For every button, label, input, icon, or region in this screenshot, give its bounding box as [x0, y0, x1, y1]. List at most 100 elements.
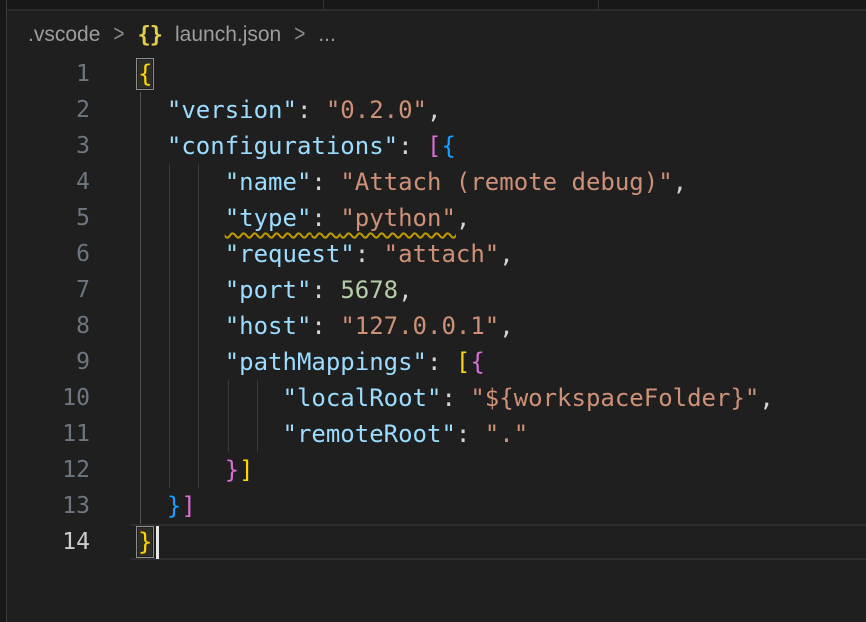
code-editor[interactable]: 1{2 "version": "0.2.0",3 "configurations… — [0, 56, 866, 560]
breadcrumb: .vscode > {} launch.json > ... — [28, 21, 336, 49]
code-token: , — [427, 96, 441, 124]
code-token: : — [355, 240, 384, 268]
chevron-right-icon: > — [294, 21, 305, 49]
code-line[interactable]: 12 }] — [0, 452, 866, 488]
code-token: "localRoot" — [283, 384, 442, 412]
code-line[interactable]: 9 "pathMappings": [{ — [0, 344, 866, 380]
line-number[interactable]: 4 — [0, 164, 90, 200]
code-token: : — [311, 204, 340, 232]
code-token: "pathMappings" — [225, 348, 427, 376]
code-token: "0.2.0" — [326, 96, 427, 124]
breadcrumb-symbol-more[interactable]: ... — [318, 23, 336, 47]
code-token: ] — [239, 456, 253, 484]
code-line[interactable]: 7 "port": 5678, — [0, 272, 866, 308]
line-number[interactable]: 11 — [0, 416, 90, 452]
code-line[interactable]: 3 "configurations": [{ — [0, 128, 866, 164]
line-number[interactable]: 6 — [0, 236, 90, 272]
code-token: , — [499, 240, 513, 268]
code-token: : — [297, 96, 326, 124]
code-text: }] — [138, 452, 254, 488]
code-line[interactable]: 4 "name": "Attach (remote debug)", — [0, 164, 866, 200]
code-token — [138, 132, 167, 160]
code-token: { — [441, 132, 455, 160]
line-number[interactable]: 7 — [0, 272, 90, 308]
code-token — [138, 312, 225, 340]
code-text: "request": "attach", — [138, 236, 514, 272]
code-token: ] — [181, 492, 195, 520]
line-number[interactable]: 9 — [0, 344, 90, 380]
code-token: "type" — [225, 204, 312, 232]
code-line[interactable]: 5 "type": "python", — [0, 200, 866, 236]
tab-separator — [598, 0, 599, 11]
code-line[interactable]: 6 "request": "attach", — [0, 236, 866, 272]
line-number[interactable]: 13 — [0, 488, 90, 524]
code-token: [ — [456, 348, 470, 376]
code-token: , — [398, 276, 412, 304]
code-token: [ — [427, 132, 441, 160]
code-line[interactable]: 13 }] — [0, 488, 866, 524]
code-token: "." — [485, 420, 528, 448]
code-text: "name": "Attach (remote debug)", — [138, 164, 687, 200]
code-text: "pathMappings": [{ — [138, 344, 485, 380]
line-number[interactable]: 14 — [0, 524, 90, 560]
code-token — [138, 456, 225, 484]
line-number[interactable]: 8 — [0, 308, 90, 344]
code-text: "version": "0.2.0", — [138, 92, 441, 128]
code-token — [138, 96, 167, 124]
code-text: "localRoot": "${workspaceFolder}", — [138, 380, 774, 416]
code-line[interactable]: 1{ — [0, 56, 866, 92]
code-token: : — [311, 168, 340, 196]
code-token — [138, 240, 225, 268]
code-token — [138, 348, 225, 376]
code-line[interactable]: 11 "remoteRoot": "." — [0, 416, 866, 452]
line-number[interactable]: 1 — [0, 56, 90, 92]
code-token: "attach" — [384, 240, 500, 268]
line-number[interactable]: 2 — [0, 92, 90, 128]
code-token: 5678 — [340, 276, 398, 304]
code-token: "request" — [225, 240, 355, 268]
code-token: "version" — [167, 96, 297, 124]
line-number[interactable]: 3 — [0, 128, 90, 164]
code-token: : — [398, 132, 427, 160]
code-line[interactable]: 8 "host": "127.0.0.1", — [0, 308, 866, 344]
code-token: "host" — [225, 312, 312, 340]
code-token: "configurations" — [167, 132, 398, 160]
bracket-match: { — [138, 60, 152, 88]
breadcrumb-folder[interactable]: .vscode — [28, 23, 100, 47]
code-token: : — [456, 420, 485, 448]
code-token: , — [499, 312, 513, 340]
code-token — [138, 420, 283, 448]
code-token: "${workspaceFolder}" — [470, 384, 759, 412]
code-text: "port": 5678, — [138, 272, 413, 308]
code-text: "host": "127.0.0.1", — [138, 308, 514, 344]
code-token: "127.0.0.1" — [340, 312, 499, 340]
code-token — [138, 168, 225, 196]
line-number[interactable]: 5 — [0, 200, 90, 236]
code-token: , — [759, 384, 773, 412]
code-token: "remoteRoot" — [283, 420, 456, 448]
breadcrumb-file[interactable]: launch.json — [175, 23, 281, 47]
text-cursor — [156, 526, 159, 559]
tab-separator — [323, 0, 324, 11]
code-token — [138, 276, 225, 304]
code-token: { — [470, 348, 484, 376]
code-text: "remoteRoot": "." — [138, 416, 528, 452]
code-token: } — [167, 492, 181, 520]
code-token: "Attach (remote debug)" — [340, 168, 672, 196]
code-token: : — [441, 384, 470, 412]
code-token: , — [673, 168, 687, 196]
bracket-match: } — [138, 528, 152, 556]
code-token: "python" — [340, 204, 456, 232]
code-token — [138, 384, 283, 412]
code-line[interactable]: 10 "localRoot": "${workspaceFolder}", — [0, 380, 866, 416]
code-token: : — [311, 312, 340, 340]
code-line[interactable]: 14} — [0, 524, 866, 560]
code-text: { — [138, 56, 152, 92]
line-number[interactable]: 12 — [0, 452, 90, 488]
json-braces-icon: {} — [137, 23, 162, 48]
line-number[interactable]: 10 — [0, 380, 90, 416]
code-line[interactable]: 2 "version": "0.2.0", — [0, 92, 866, 128]
code-text: }] — [138, 488, 196, 524]
chevron-right-icon: > — [113, 21, 124, 49]
code-token: "port" — [225, 276, 312, 304]
